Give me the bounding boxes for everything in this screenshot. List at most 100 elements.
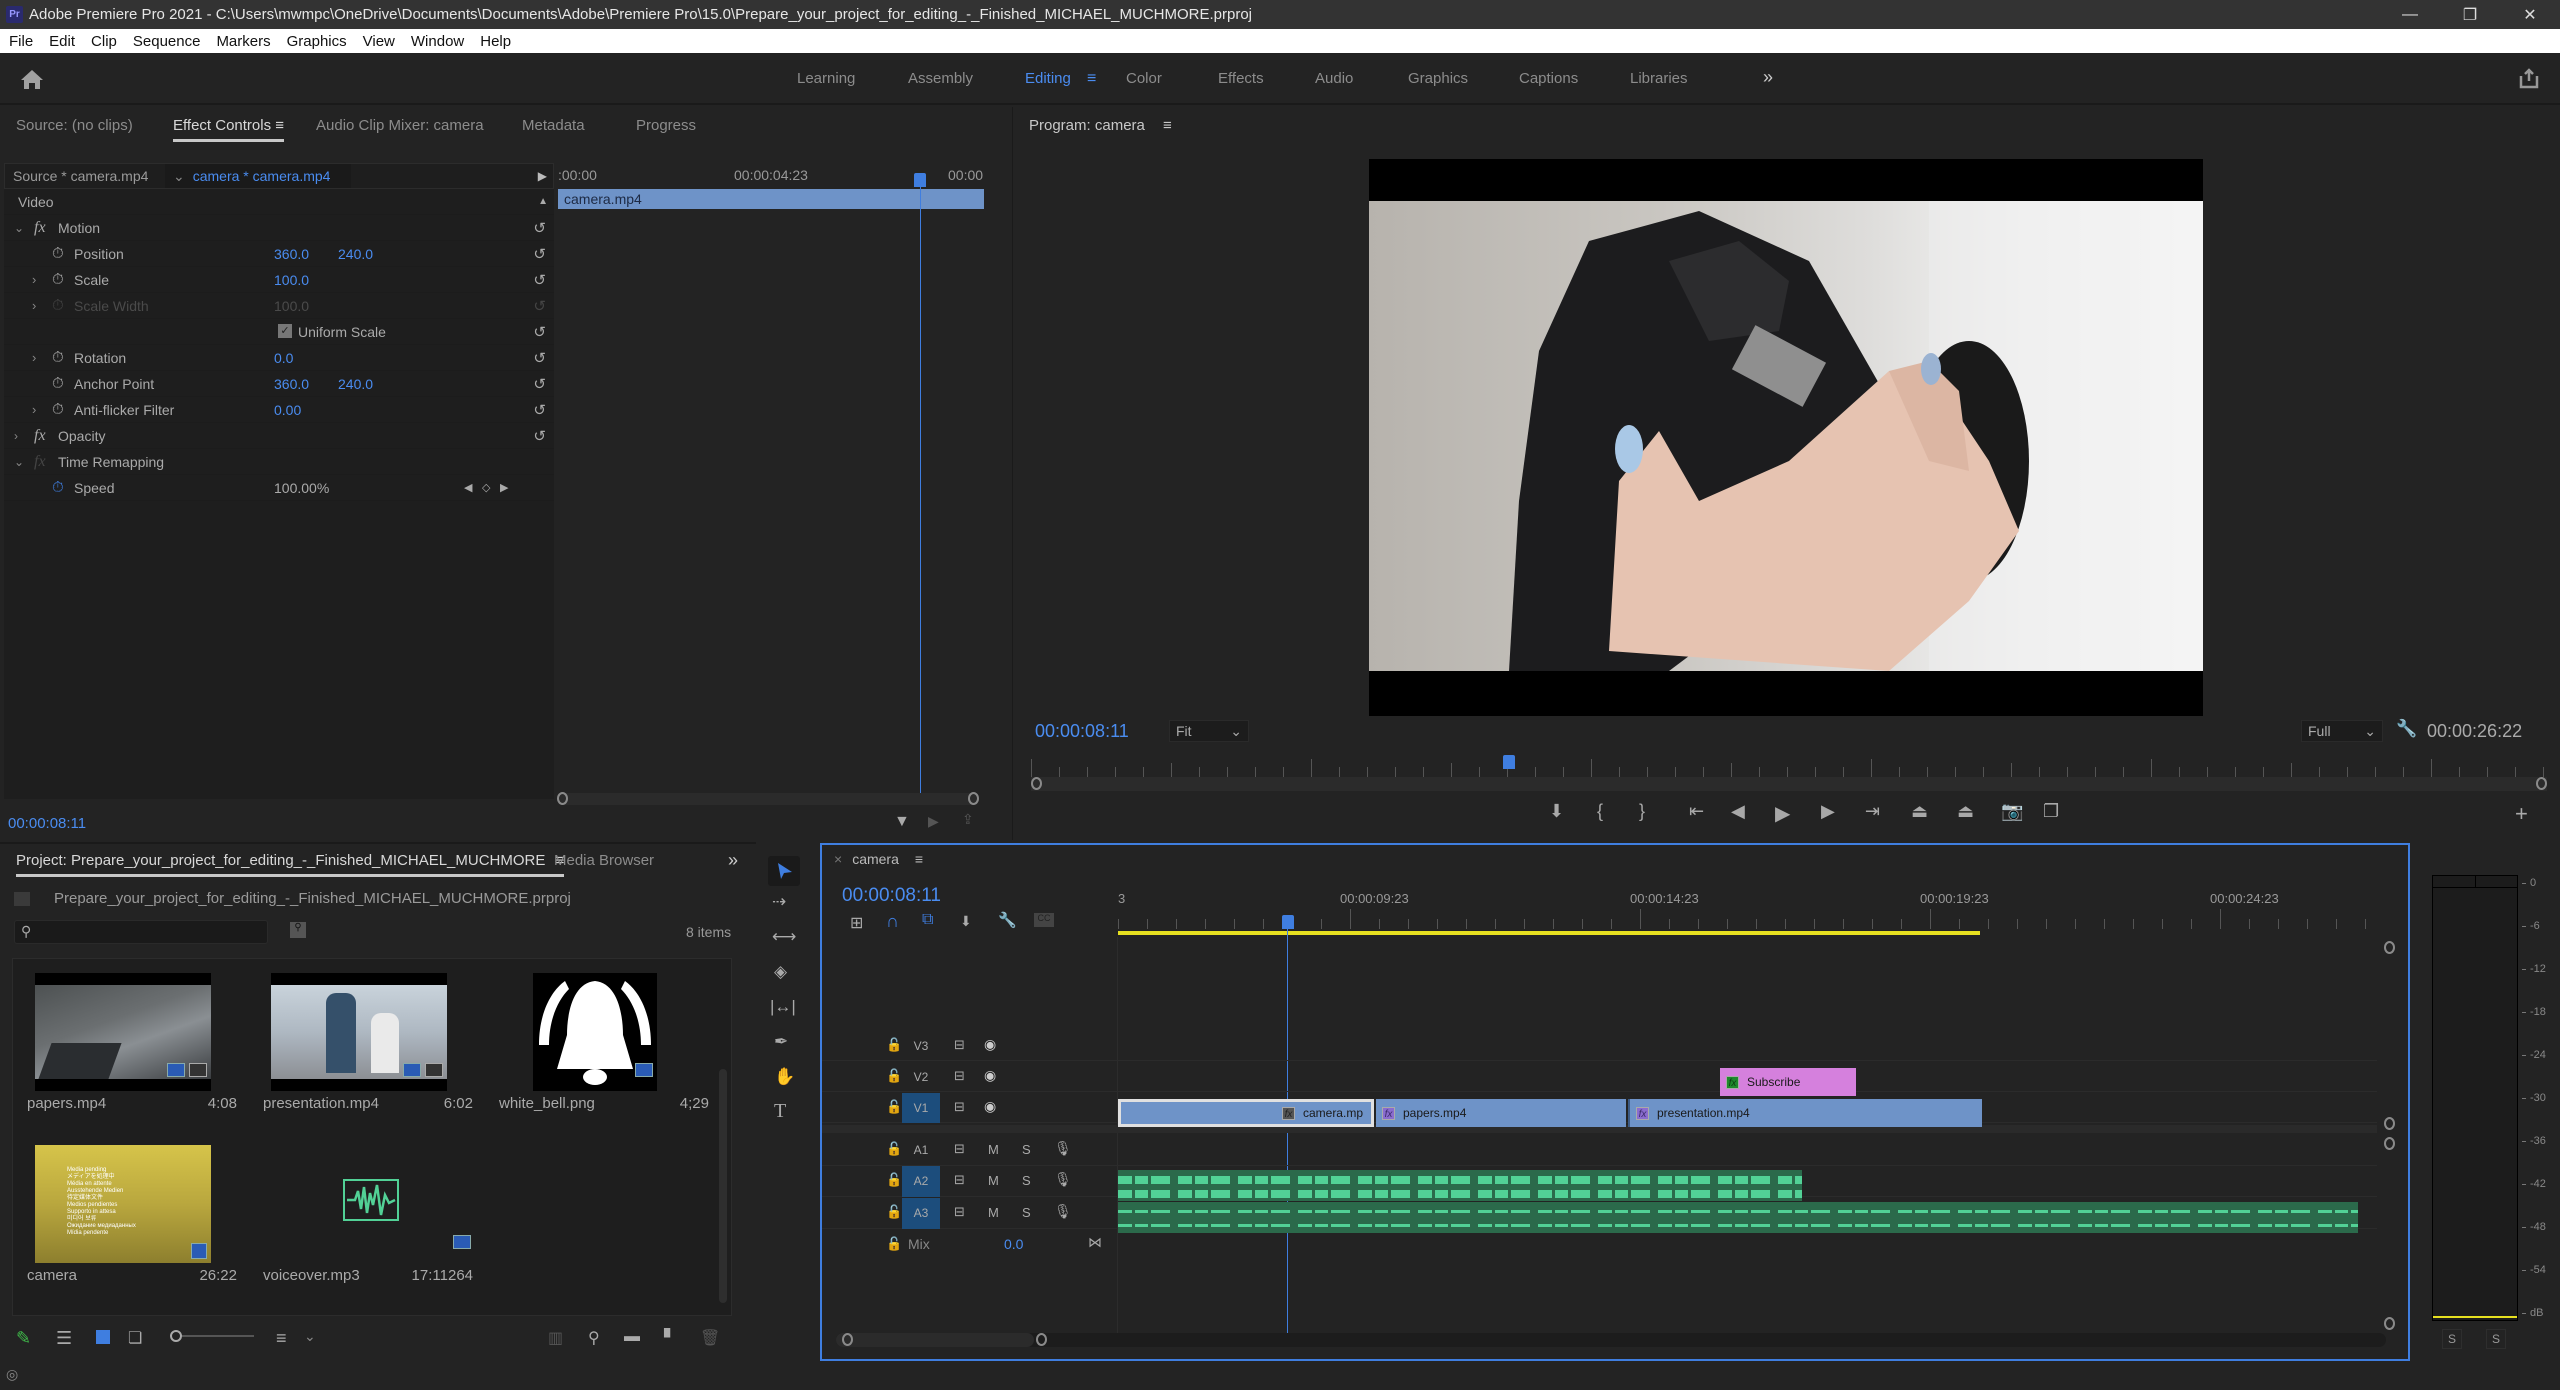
track-target-a3[interactable]: A3 — [902, 1198, 940, 1229]
share-icon[interactable] — [2517, 66, 2541, 90]
panel-menu-icon[interactable]: ≡ — [275, 117, 284, 134]
ripple-edit-tool-icon[interactable]: ⟷ — [772, 927, 796, 947]
solo-button[interactable]: S — [1022, 1142, 1031, 1157]
automate-to-sequence-icon[interactable]: ▥ — [548, 1328, 563, 1348]
more-panels-icon[interactable]: » — [728, 850, 738, 871]
sort-icons-icon[interactable]: ≡ — [276, 1328, 287, 1349]
project-item-white-bell[interactable]: white_bell.png 4;29 — [487, 961, 719, 1131]
lock-icon[interactable]: 🔓 — [886, 1037, 902, 1053]
step-forward-icon[interactable]: ▶ — [1821, 801, 1835, 822]
property-value-2[interactable]: 240.0 — [338, 246, 373, 262]
workspace-color[interactable]: Color — [1126, 70, 1162, 87]
reset-icon[interactable]: ↺ — [533, 245, 546, 263]
work-area-bar[interactable] — [1118, 931, 1980, 935]
effect-row-rotation[interactable]: › ⏱ Rotation 0.0 ↺ — [4, 345, 554, 371]
type-tool-icon[interactable]: T — [774, 1100, 786, 1123]
effect-row-position[interactable]: ⏱ Position 360.0 240.0 ↺ — [4, 241, 554, 267]
panel-menu-icon[interactable]: ≡ — [915, 851, 923, 867]
mark-out-icon[interactable]: } — [1639, 801, 1645, 822]
chevron-down-icon[interactable]: ⌄ — [14, 221, 24, 235]
stopwatch-icon[interactable]: ⏱ — [52, 479, 64, 496]
compare-view-icon[interactable]: ❐ — [2043, 801, 2059, 822]
workspace-graphics[interactable]: Graphics — [1408, 70, 1468, 87]
stopwatch-icon[interactable]: ⏱ — [52, 401, 64, 418]
timeline-horizontal-scrollbar[interactable] — [836, 1333, 2386, 1347]
zoom-level-dropdown[interactable]: Fit ⌄ — [1169, 720, 1249, 742]
audio-clip-a2[interactable] — [1118, 1170, 1802, 1201]
previous-keyframe-icon[interactable]: ◀ — [464, 481, 472, 494]
property-value-2[interactable]: 240.0 — [338, 376, 373, 392]
menu-window[interactable]: Window — [402, 33, 471, 50]
fx-icon[interactable]: fx — [34, 427, 46, 445]
restore-button[interactable]: ❐ — [2440, 0, 2500, 29]
selection-tool[interactable] — [768, 856, 800, 886]
clip-papers[interactable]: fx papers.mp4 — [1376, 1099, 1626, 1127]
program-zoom-scrollbar[interactable] — [1031, 777, 2547, 791]
panel-menu-icon[interactable]: ≡ — [1163, 117, 1172, 134]
audio-scroll-handle[interactable] — [2384, 1137, 2395, 1150]
workspace-editing[interactable]: Editing — [1025, 70, 1071, 87]
menu-edit[interactable]: Edit — [40, 33, 82, 50]
add-marker-icon[interactable]: ⬇ — [960, 913, 972, 930]
menu-graphics[interactable]: Graphics — [278, 33, 354, 50]
tab-sequence-camera[interactable]: × camera ≡ — [834, 851, 923, 867]
collapse-mix-icon[interactable]: ⋈ — [1088, 1234, 1102, 1251]
hand-tool-icon[interactable]: ✋ — [774, 1067, 795, 1087]
mix-value[interactable]: 0.0 — [1004, 1236, 1023, 1252]
effect-row-scale[interactable]: › ⏱ Scale 100.0 ↺ — [4, 267, 554, 293]
minimize-button[interactable]: — — [2380, 0, 2440, 29]
stopwatch-icon[interactable]: ⏱ — [52, 349, 64, 366]
razor-tool-icon[interactable]: ◈ — [774, 962, 787, 982]
track-target-a1[interactable]: A1 — [902, 1135, 940, 1166]
program-time-ruler[interactable] — [1031, 755, 2547, 777]
play-clip-icon[interactable]: ▶ — [538, 169, 547, 183]
add-marker-icon[interactable]: ⬇ — [1549, 801, 1564, 822]
mute-button[interactable]: M — [988, 1142, 999, 1157]
filter-icon[interactable]: ▼ — [894, 813, 910, 831]
menu-help[interactable]: Help — [471, 33, 518, 50]
video-scroll-handle-bottom[interactable] — [2384, 1117, 2395, 1130]
tab-effect-controls[interactable]: Effect Controls ≡ — [173, 117, 285, 142]
timeline-timecode[interactable]: 00:00:08:11 — [842, 885, 941, 907]
eye-icon[interactable]: ◉ — [984, 1067, 996, 1084]
effect-row-opacity[interactable]: › fx Opacity ↺ — [4, 423, 554, 449]
zoom-slider-handle[interactable] — [170, 1330, 182, 1342]
menu-clip[interactable]: Clip — [82, 33, 124, 50]
clip-subscribe[interactable]: fx Subscribe — [1720, 1068, 1856, 1096]
timeline-ruler[interactable]: 3 00:00:09:23 00:00:14:23 00:00:19:23 00:00:… — [1118, 891, 2368, 931]
track-target-v1[interactable]: V1 — [902, 1093, 940, 1123]
video-scroll-handle[interactable] — [2384, 941, 2395, 954]
reset-icon[interactable]: ↺ — [533, 323, 546, 341]
go-to-out-icon[interactable]: ⇥ — [1865, 801, 1880, 822]
reset-icon[interactable]: ↺ — [533, 427, 546, 445]
clip-camera[interactable]: fx camera.mp — [1118, 1099, 1374, 1127]
track-target-v3[interactable]: V3 — [902, 1031, 940, 1061]
workspace-audio[interactable]: Audio — [1315, 70, 1353, 87]
effect-controls-timecode[interactable]: 00:00:08:11 — [8, 815, 86, 832]
lock-icon[interactable]: 🔓 — [886, 1204, 902, 1220]
scroll-thumb[interactable] — [836, 1333, 1034, 1347]
new-item-icon[interactable]: ▘ — [664, 1328, 676, 1348]
tab-source[interactable]: Source: (no clips) — [16, 117, 133, 134]
property-value-1[interactable]: 100.0 — [274, 272, 309, 288]
chevron-right-icon[interactable]: › — [32, 272, 36, 287]
effect-row-time-remapping[interactable]: ⌄ fx Time Remapping — [4, 449, 554, 475]
freeform-view-icon[interactable]: ❏ — [128, 1328, 142, 1348]
lock-icon[interactable]: 🔓 — [886, 1141, 902, 1157]
voiceover-mic-icon[interactable]: 🎙 — [1054, 1203, 1072, 1220]
effect-row-anti-flicker-filter[interactable]: › ⏱ Anti-flicker Filter 0.00 ↺ — [4, 397, 554, 423]
workspace-menu-icon[interactable]: ≡ — [1087, 70, 1096, 88]
effect-row-anchor-point[interactable]: ⏱ Anchor Point 360.0 240.0 ↺ — [4, 371, 554, 397]
mark-in-icon[interactable]: { — [1597, 801, 1603, 822]
tab-progress[interactable]: Progress — [636, 117, 696, 134]
tab-metadata[interactable]: Metadata — [522, 117, 585, 134]
eye-icon[interactable]: ◉ — [984, 1036, 996, 1053]
reset-icon[interactable]: ↺ — [533, 271, 546, 289]
sequence-clip-dropdown[interactable]: ⌄ camera * camera.mp4 — [165, 164, 351, 188]
scroll-handle-left[interactable] — [842, 1333, 853, 1346]
lift-icon[interactable]: ⏏ — [1911, 801, 1928, 822]
sync-lock-icon[interactable]: ⊟ — [954, 1141, 965, 1157]
sync-lock-icon[interactable]: ⊟ — [954, 1172, 965, 1188]
track-target-v2[interactable]: V2 — [902, 1062, 940, 1092]
slip-tool-icon[interactable]: |↔| — [770, 997, 796, 1017]
